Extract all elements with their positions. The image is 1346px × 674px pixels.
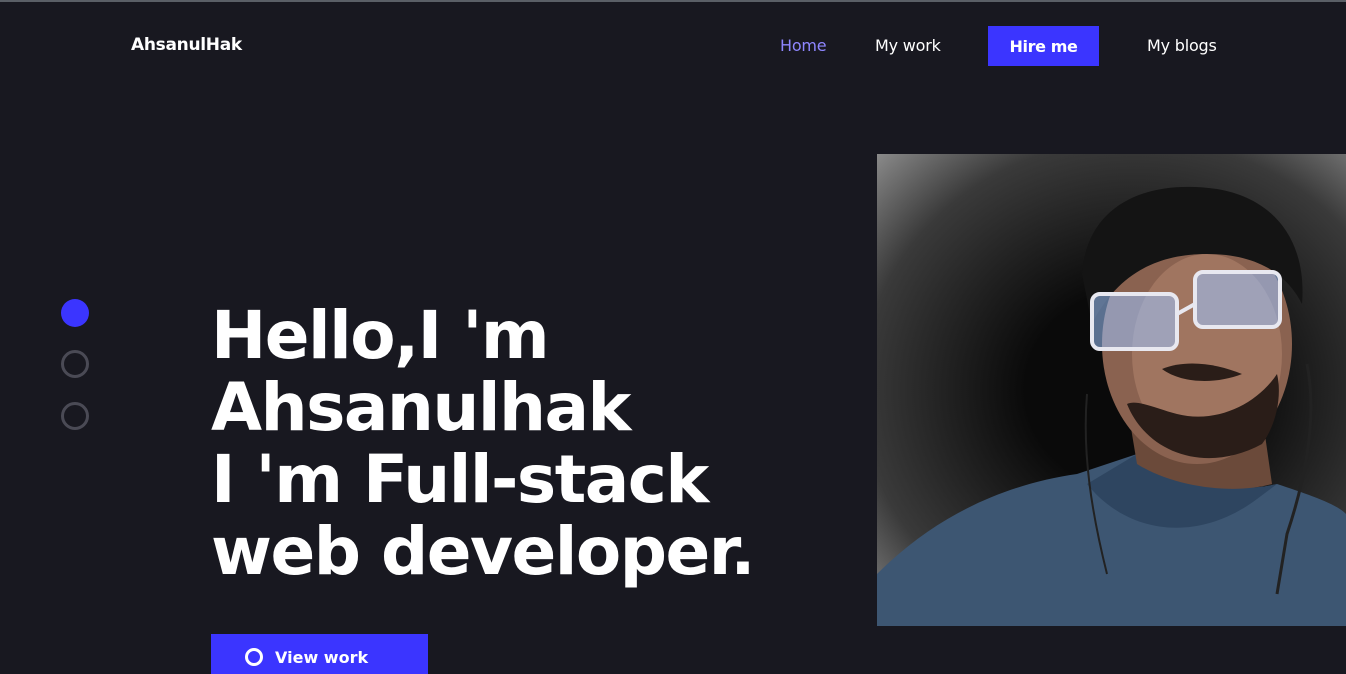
hire-me-button[interactable]: Hire me (988, 26, 1099, 66)
hero-title: Hello,I 'm Ahsanulhak I 'm Full-stack we… (211, 300, 851, 588)
profile-photo (877, 154, 1346, 626)
play-circle-icon (245, 648, 263, 666)
hero-title-line-1: Hello,I 'm (211, 297, 550, 374)
slider-dot-2[interactable] (61, 350, 89, 378)
nav-link-my-work[interactable]: My work (875, 36, 941, 55)
nav-link-my-blogs[interactable]: My blogs (1147, 36, 1217, 55)
view-work-button[interactable]: View work (211, 634, 428, 674)
nav-link-home[interactable]: Home (780, 36, 827, 55)
navbar: AhsanulHak Home My work Hire me My blogs (0, 2, 1346, 86)
slider-dot-3[interactable] (61, 402, 89, 430)
brand-logo[interactable]: AhsanulHak (131, 35, 242, 55)
hero-title-line-2: Ahsanulhak (211, 369, 631, 446)
profile-photo-illustration (877, 186, 1346, 626)
hero-title-line-4: web developer. (211, 513, 755, 590)
hero-title-line-3: I 'm Full-stack (211, 441, 709, 518)
slider-dot-1[interactable] (61, 299, 89, 327)
